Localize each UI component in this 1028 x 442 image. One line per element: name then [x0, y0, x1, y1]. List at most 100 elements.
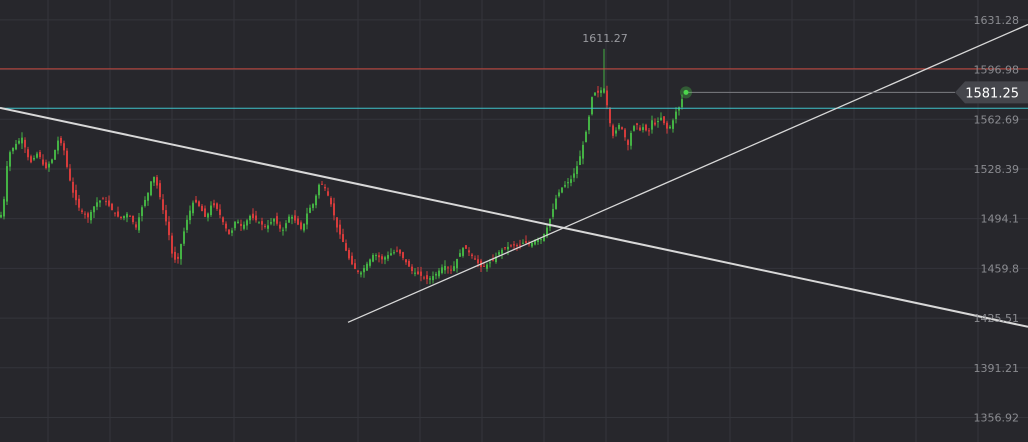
candle-body	[330, 198, 332, 205]
candle-body	[87, 213, 89, 218]
candle-body	[27, 149, 29, 158]
candle-body	[213, 203, 215, 206]
candle-body	[252, 213, 254, 219]
candle-body	[171, 235, 173, 254]
candle-body	[318, 184, 320, 196]
candle-body	[327, 191, 329, 196]
candle-body	[33, 157, 35, 160]
candle-body	[81, 210, 83, 212]
candle-body	[198, 201, 200, 207]
candle-body	[153, 176, 155, 183]
candle-body	[597, 90, 599, 93]
candle-body	[663, 116, 665, 124]
candle-body	[414, 272, 416, 274]
candle-body	[228, 229, 230, 235]
candle-body	[189, 210, 191, 221]
candle-body	[24, 139, 26, 148]
candle-body	[225, 223, 227, 229]
candle-body	[9, 152, 11, 167]
candle-body	[651, 120, 653, 130]
candle-body	[201, 205, 203, 212]
candle-body	[60, 137, 62, 144]
chart-container: 1631.28 1596.98 1562.69 1528.39 1494.1 1459.8…	[0, 0, 1028, 442]
candle-body	[462, 248, 464, 256]
candle-body	[681, 99, 683, 108]
candle-body	[429, 278, 431, 280]
candle-body	[423, 277, 425, 279]
candle-body	[123, 215, 125, 219]
last-price-dot	[683, 89, 689, 95]
candle-body	[51, 159, 53, 163]
candle-body	[564, 184, 566, 187]
candle-body	[447, 267, 449, 269]
candle-body	[306, 213, 308, 225]
candle-body	[240, 223, 242, 227]
candle-body	[114, 212, 116, 214]
candle-body	[399, 249, 401, 254]
last-price-tag-label: 1581.25	[965, 86, 1019, 101]
candle-body	[366, 263, 368, 271]
candle-body	[273, 218, 275, 222]
candle-body	[567, 182, 569, 184]
candle-body	[504, 247, 506, 249]
candle-body	[0, 214, 2, 218]
candle-body	[348, 249, 350, 259]
candle-body	[324, 186, 326, 189]
candle-body	[294, 215, 296, 221]
candle-body	[207, 213, 209, 218]
candle-body	[243, 224, 245, 229]
candle-body	[660, 117, 662, 120]
candle-body	[174, 251, 176, 260]
candle-body	[234, 221, 236, 229]
candle-body	[606, 90, 608, 106]
candle-body	[609, 108, 611, 124]
candle-body	[630, 132, 632, 146]
candle-body	[540, 239, 542, 241]
candle-body	[354, 263, 356, 270]
candle-body	[339, 224, 341, 235]
candle-body	[135, 224, 137, 228]
candle-body	[375, 255, 377, 257]
candle-body	[570, 179, 572, 183]
candle-body	[186, 219, 188, 230]
candle-body	[12, 147, 14, 152]
candle-body	[159, 183, 161, 198]
candle-body	[444, 265, 446, 271]
candle-body	[672, 120, 674, 129]
candle-body	[450, 269, 452, 271]
candle-body	[474, 258, 476, 260]
candle-body	[642, 127, 644, 130]
candle-body	[111, 203, 113, 211]
candlestick-chart: 1631.28 1596.98 1562.69 1528.39 1494.1 1459.8…	[0, 0, 1028, 442]
candle-body	[72, 181, 74, 193]
candle-body	[21, 137, 23, 144]
candle-body	[342, 234, 344, 243]
candle-body	[522, 242, 524, 244]
y-axis: 1631.28 1596.98 1562.69 1528.39 1494.1 1459.8…	[974, 14, 1020, 425]
y-axis-tick-label: 1528.39	[974, 163, 1020, 176]
candle-body	[222, 217, 224, 223]
candle-body	[303, 223, 305, 231]
candle-body	[255, 215, 257, 221]
candle-body	[639, 127, 641, 131]
candle-body	[90, 211, 92, 221]
candle-body	[117, 211, 119, 217]
candle-body	[432, 276, 434, 281]
candle-body	[387, 255, 389, 259]
y-axis-tick-label: 1562.69	[974, 113, 1020, 126]
candle-body	[210, 205, 212, 216]
candle-body	[573, 173, 575, 178]
candle-body	[195, 199, 197, 203]
candle-body	[333, 203, 335, 216]
candle-body	[516, 245, 518, 247]
candle-body	[555, 198, 557, 209]
candle-body	[321, 183, 323, 185]
candle-body	[99, 200, 101, 203]
candle-body	[156, 177, 158, 186]
peak-price-label: 1611.27	[582, 32, 628, 45]
candle-body	[666, 122, 668, 129]
candle-body	[633, 126, 635, 131]
candle-body	[345, 243, 347, 251]
candle-body	[237, 221, 239, 224]
candle-body	[126, 213, 128, 218]
